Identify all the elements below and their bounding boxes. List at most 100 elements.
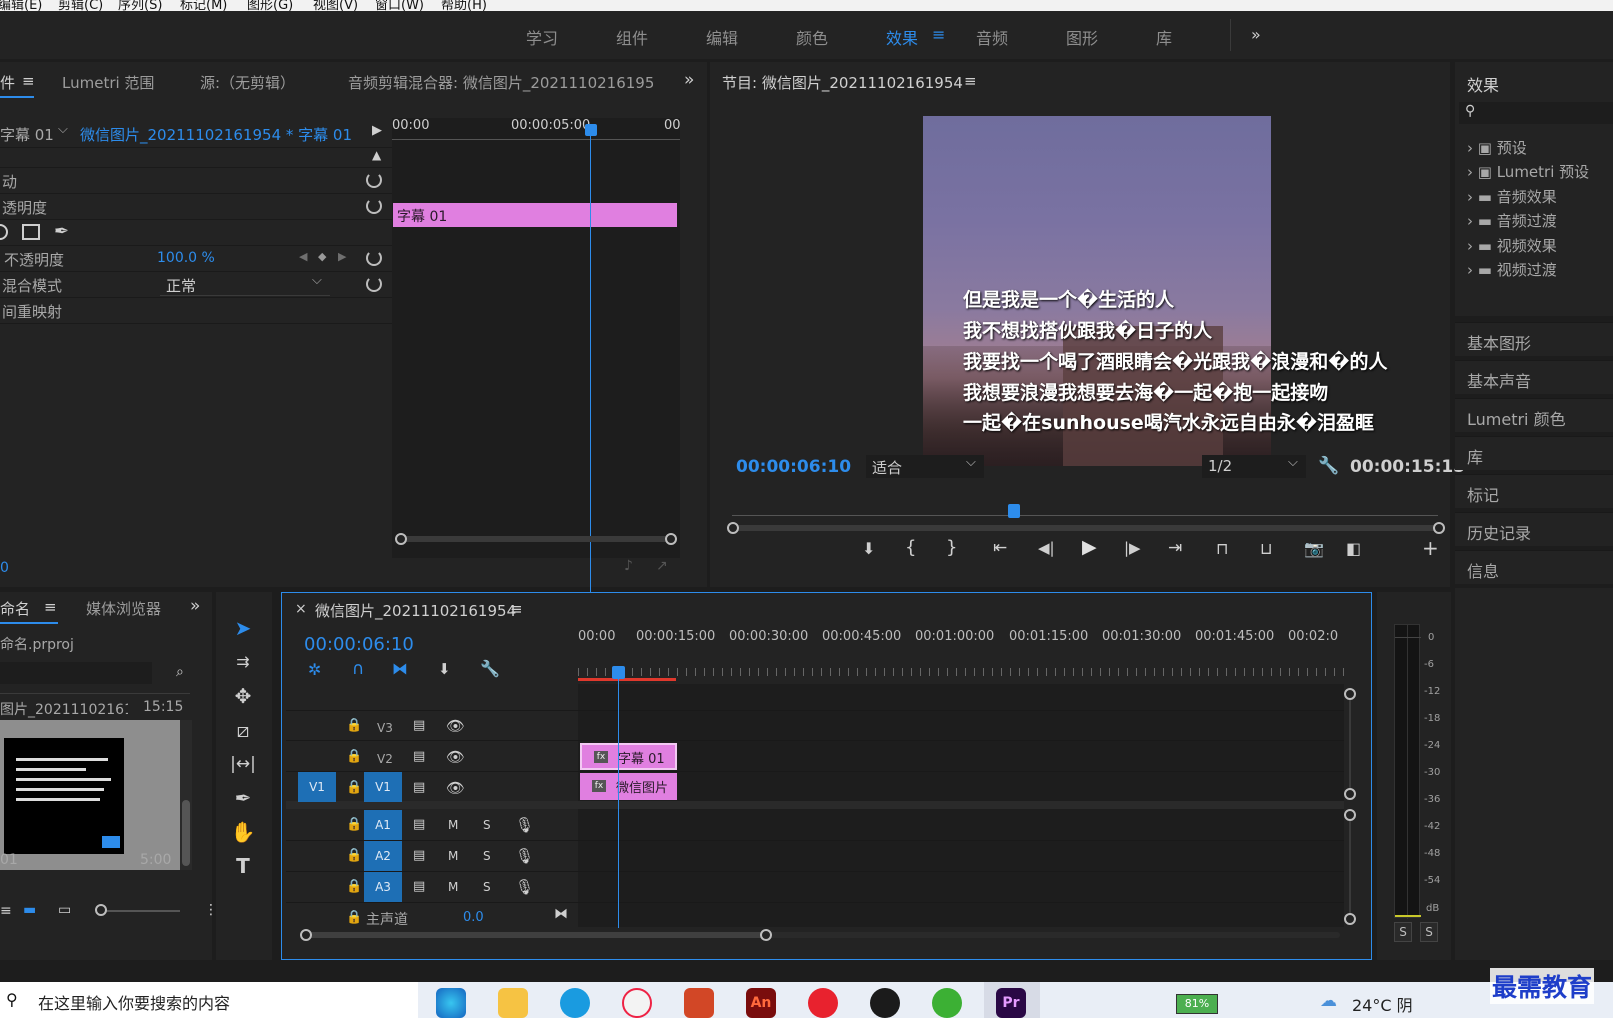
lock-icon[interactable]: 🔒 [346, 718, 362, 733]
workspace-learn[interactable]: 学习 [526, 25, 558, 49]
qq-icon[interactable] [870, 988, 900, 1018]
sync-lock-icon[interactable]: ▤ [413, 749, 425, 764]
project-thumbnail[interactable] [0, 720, 180, 870]
effects-folder-audio-effects[interactable]: › ▬ 音频效果 [1467, 186, 1557, 207]
solo-button[interactable]: S [483, 818, 491, 832]
reset-icon[interactable] [366, 198, 382, 214]
sequence-clip-label[interactable]: 微信图片_20211102161954 * 字幕 01 [80, 124, 352, 145]
netease-music-icon[interactable] [808, 988, 838, 1018]
menu-clip[interactable]: 剪辑(C) [58, 0, 103, 11]
add-keyframe-icon[interactable]: ◆ [318, 250, 326, 263]
title-clip[interactable]: fx 字幕 01 [580, 743, 677, 770]
lock-icon[interactable]: 🔒 [346, 879, 362, 894]
master-clip-label[interactable]: 字幕 01 [0, 124, 54, 145]
menu-sequence[interactable]: 序列(S) [118, 0, 162, 11]
menu-edit[interactable]: 编辑(E) [0, 0, 42, 11]
razor-tool-icon[interactable]: ⧄ [228, 716, 258, 744]
microphone-icon[interactable]: 🎙 [515, 878, 534, 896]
go-to-end-icon[interactable]: ⧓ [554, 906, 568, 922]
track-target-a2[interactable]: A2 [364, 841, 402, 871]
wrench-icon[interactable]: 🔧 [1318, 456, 1339, 476]
play-icon[interactable]: ▶ [1082, 536, 1097, 558]
track-target-v1[interactable]: V1 [364, 772, 402, 802]
effects-folder-lumetri[interactable]: › ▣ Lumetri 预设 [1467, 161, 1589, 182]
tab-effect-controls[interactable]: 件 [0, 72, 15, 93]
track-select-tool-icon[interactable]: ⇉ [228, 648, 258, 676]
step-forward-icon[interactable]: |▶ [1124, 539, 1141, 557]
effects-title[interactable]: 效果 [1467, 72, 1499, 96]
video-audio-divider[interactable] [286, 801, 1344, 809]
effects-folder-audio-transitions[interactable]: › ▬ 音频过渡 [1467, 210, 1557, 231]
mark-in-icon[interactable]: { [905, 537, 916, 558]
tab-source[interactable]: 源:（无剪辑） [200, 72, 295, 93]
reset-icon[interactable] [366, 172, 382, 188]
program-zoom-handle-left[interactable] [727, 522, 739, 534]
hand-tool-icon[interactable]: ✋ [228, 818, 258, 846]
side-panel-essential-sound[interactable]: 基本声音 [1455, 360, 1613, 394]
tab-audio-clip-mixer[interactable]: 音频剪辑混合器: 微信图片_20211102161954 [348, 72, 653, 93]
microphone-icon[interactable]: 🎙 [515, 847, 534, 865]
master-volume-value[interactable]: 0.0 [463, 910, 484, 925]
opacity-value[interactable]: 100.0 % [157, 250, 215, 266]
side-panel-info[interactable]: 信息 [1455, 550, 1613, 584]
tab-media-browser[interactable]: 媒体浏览器 [86, 598, 162, 619]
tab-project[interactable]: 命名 [0, 598, 30, 619]
taskbar-search-box[interactable]: ⚲ 在这里输入你要搜索的内容 [0, 982, 418, 1018]
add-marker-icon[interactable]: ⬇ [862, 539, 875, 558]
workspace-audio[interactable]: 音频 [976, 25, 1008, 49]
go-to-out-icon[interactable]: ⇥ [1168, 538, 1182, 558]
side-panel-lumetri-color[interactable]: Lumetri 颜色 [1455, 398, 1613, 432]
lift-icon[interactable]: ⊓ [1216, 539, 1228, 558]
opacity-row[interactable]: 透明度 [0, 194, 392, 220]
track-target-a1[interactable]: A1 [364, 810, 402, 840]
project-scrollbar[interactable] [180, 720, 192, 870]
eye-icon[interactable]: 👁 [446, 748, 465, 766]
scroll-thumb[interactable] [182, 800, 190, 866]
effects-folder-video-transitions[interactable]: › ▬ 视频过渡 [1467, 259, 1557, 280]
ec-scroll-handle-left[interactable] [395, 533, 407, 545]
freeform-view-icon[interactable]: ▭ [58, 902, 71, 918]
program-title[interactable]: 节目: 微信图片_20211102161954 [722, 72, 963, 93]
lock-icon[interactable]: 🔒 [346, 749, 362, 764]
slip-tool-icon[interactable]: |↔| [228, 750, 258, 778]
nest-icon[interactable]: ✲ [308, 660, 321, 679]
powerpoint-icon[interactable] [684, 988, 714, 1018]
lock-icon[interactable]: 🔒 [346, 817, 362, 832]
zoom-slider-handle[interactable] [95, 904, 107, 916]
source-patch-v1[interactable]: V1 [298, 772, 336, 802]
effects-folder-video-effects[interactable]: › ▬ 视频效果 [1467, 235, 1557, 256]
rectangle-mask-icon[interactable] [22, 224, 40, 240]
solo-left-button[interactable]: S [1394, 922, 1412, 942]
reset-icon[interactable] [366, 276, 382, 292]
compare-view-icon[interactable]: ◧ [1346, 539, 1361, 558]
image-clip[interactable]: fx 微信图片 [580, 773, 677, 800]
linked-selection-icon[interactable]: ⧓ [392, 659, 408, 678]
timeline-h-scroll-thumb[interactable] [305, 932, 765, 938]
list-view-icon[interactable]: ≡ [0, 903, 12, 919]
mute-button[interactable]: M [448, 818, 458, 832]
program-zoom-bar[interactable] [732, 525, 1438, 531]
timeline-playhead[interactable] [618, 670, 619, 928]
add-marker-icon[interactable]: ⬇ [438, 660, 451, 678]
zoom-slider-track[interactable] [100, 910, 180, 912]
panel-menu-icon[interactable]: ≡ [964, 72, 977, 90]
mark-out-icon[interactable]: } [946, 537, 957, 558]
timeline-title[interactable]: 微信图片_20211102161954 [315, 600, 516, 621]
workspace-color[interactable]: 颜色 [796, 25, 828, 49]
eye-icon[interactable]: 👁 [446, 717, 465, 735]
step-back-icon[interactable]: ◀| [1038, 539, 1055, 557]
h-scroll-handle-right[interactable] [760, 929, 772, 941]
chart-app-icon[interactable] [622, 988, 652, 1018]
menu-marker[interactable]: 标记(M) [180, 0, 227, 11]
more-tabs-icon[interactable]: » [190, 596, 200, 616]
workspace-assembly[interactable]: 组件 [616, 25, 648, 49]
premiere-pro-icon[interactable]: Pr [996, 988, 1026, 1018]
sync-lock-icon[interactable]: ▤ [413, 817, 425, 832]
chevron-down-icon[interactable]: ⌵ [58, 122, 68, 137]
timeline-timecode[interactable]: 00:00:06:10 [304, 634, 414, 655]
wechat-icon[interactable] [932, 988, 962, 1018]
microphone-icon[interactable]: 🎙 [515, 816, 534, 834]
play-triangle-icon[interactable]: ▶ [372, 123, 382, 138]
h-scroll-handle-left[interactable] [300, 929, 312, 941]
workspace-menu-icon[interactable]: ≡ [932, 25, 945, 44]
